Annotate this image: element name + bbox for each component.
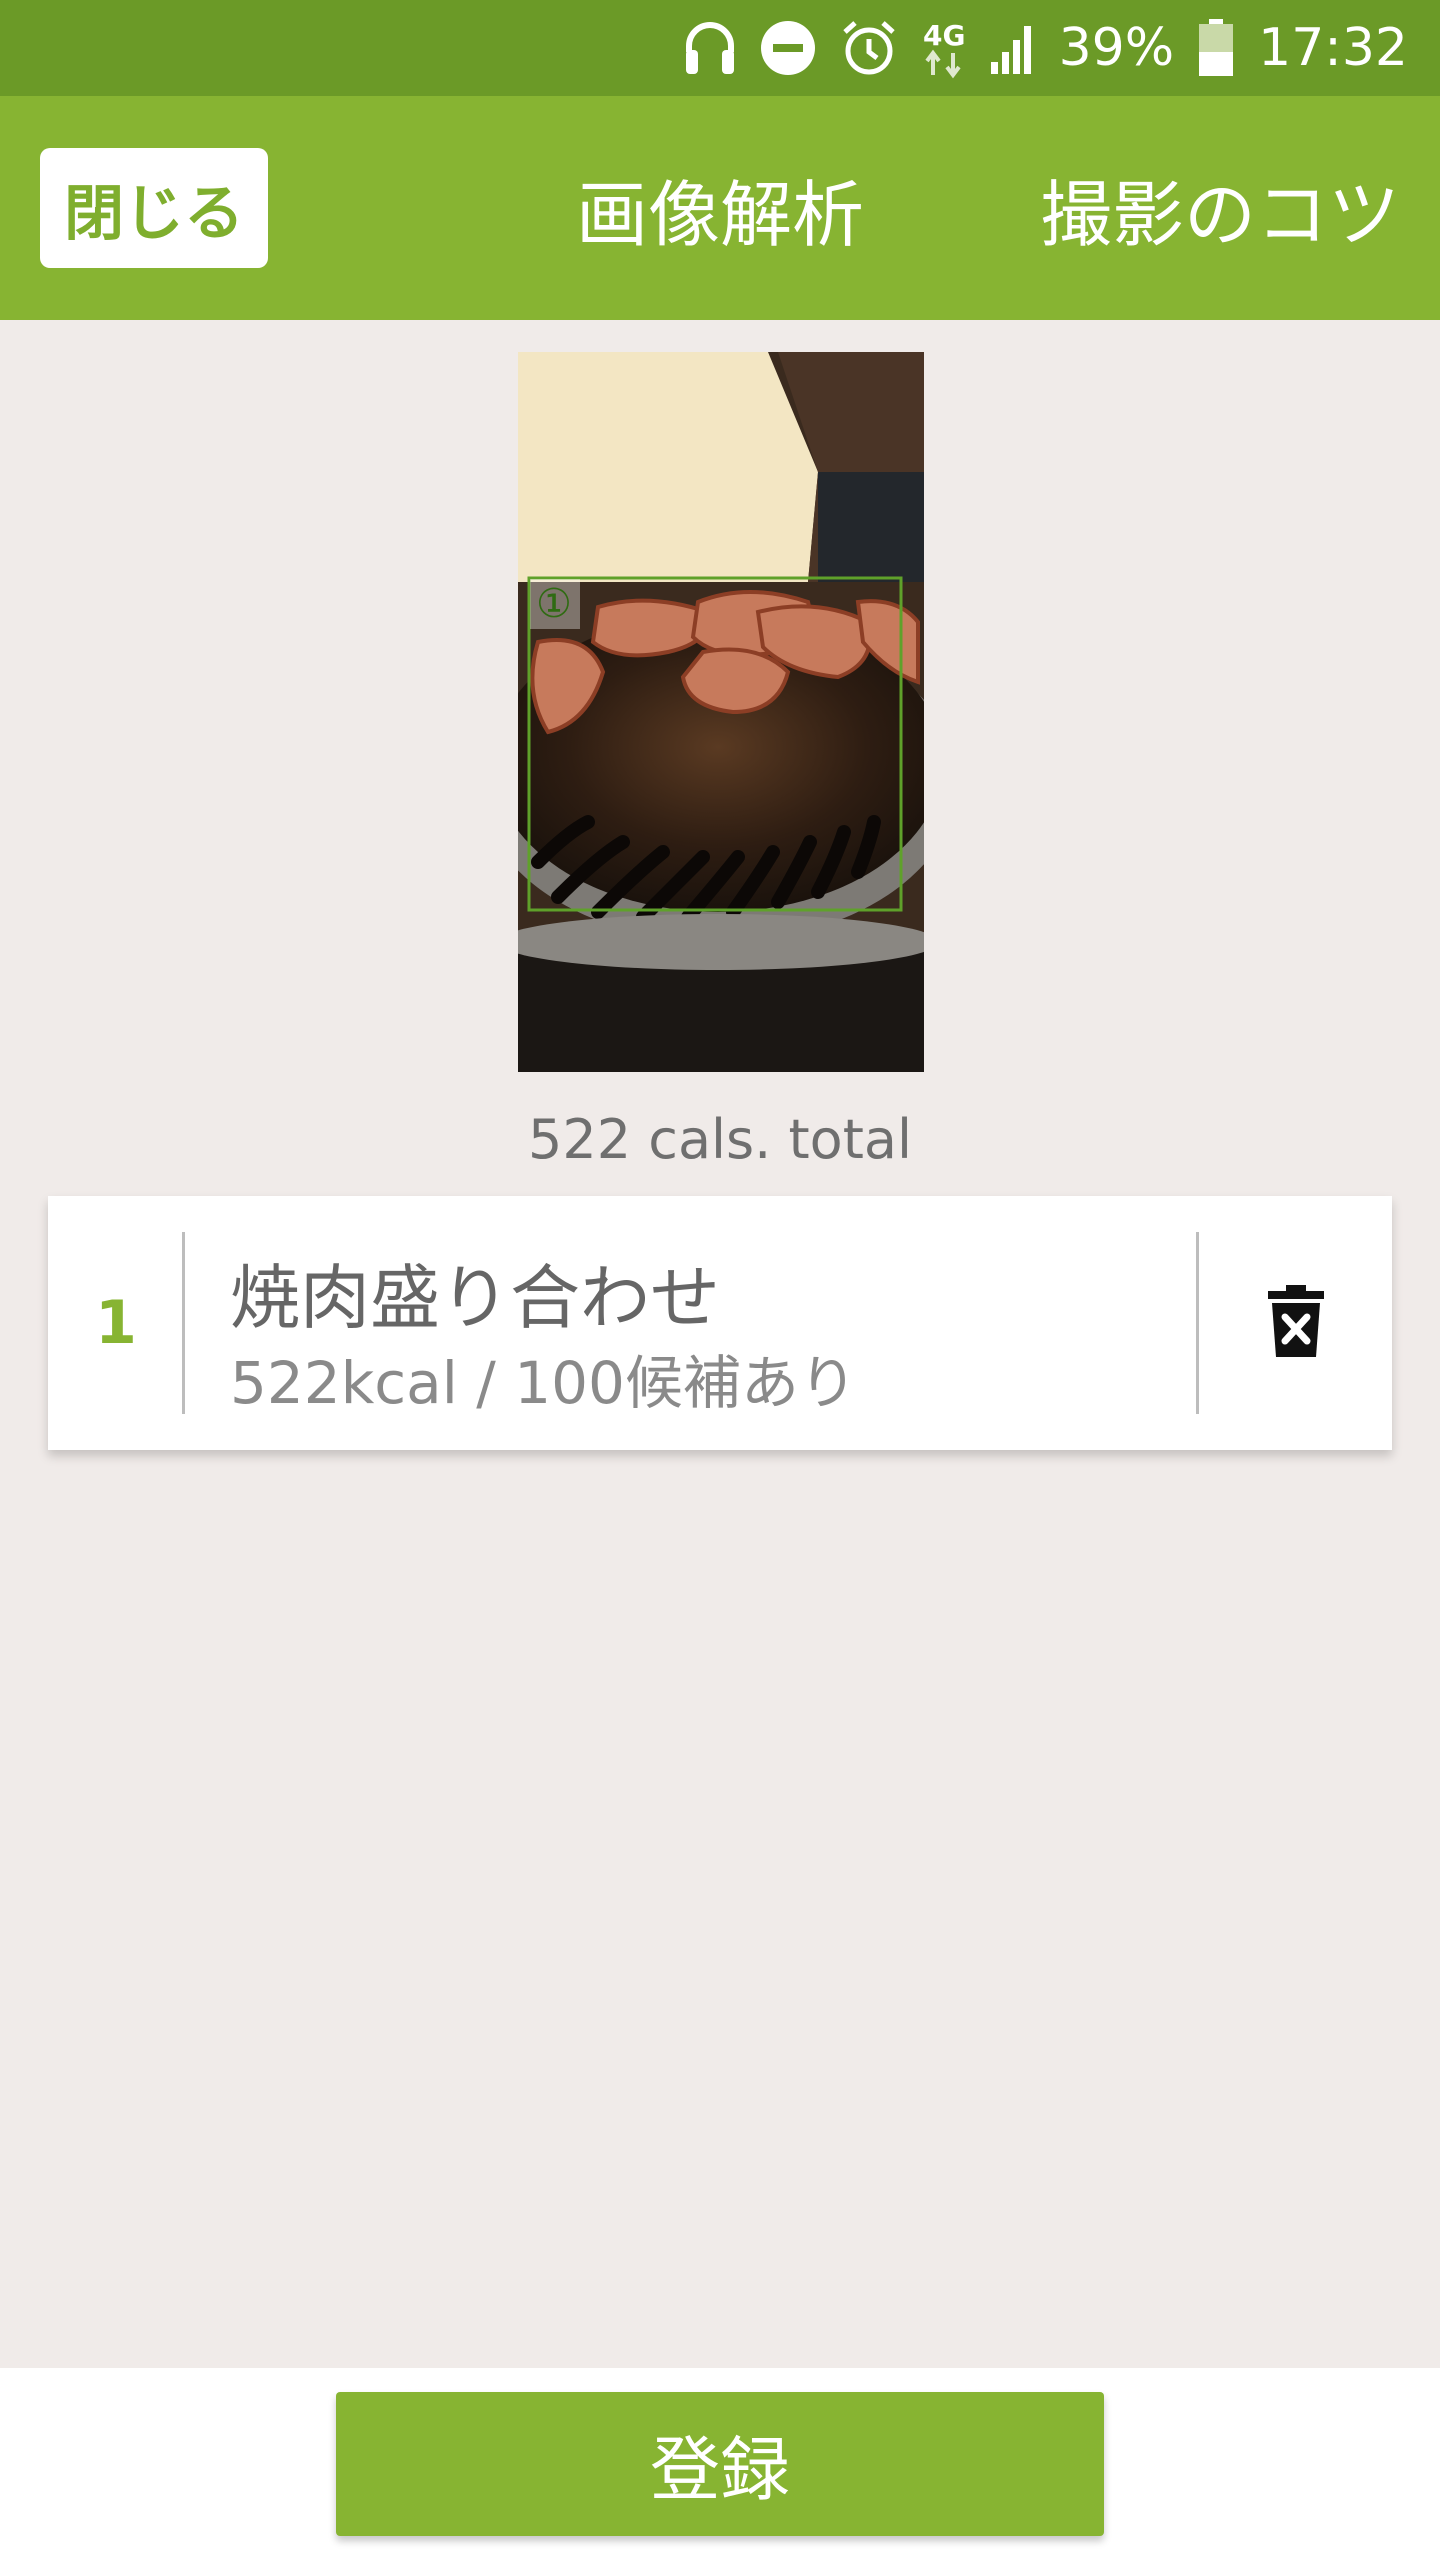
food-calories-candidates: 522kcal / 100候補あり — [230, 1349, 857, 1417]
detection-marker: ① — [536, 581, 572, 627]
battery-percent: 39% — [1058, 18, 1175, 78]
delete-item-button[interactable] — [1199, 1196, 1392, 1450]
food-item-card[interactable]: 1 焼肉盛り合わせ 522kcal / 100候補あり — [48, 1196, 1392, 1450]
battery-icon — [1196, 18, 1236, 78]
register-button[interactable]: 登録 — [336, 2392, 1104, 2536]
status-icons: 4G 39% 17:32 — [683, 0, 1408, 96]
signal-icon — [989, 22, 1037, 74]
bottom-bar: 登録 — [0, 2368, 1440, 2560]
app-bar: 閉じる 画像解析 撮影のコツ — [0, 96, 1440, 320]
alarm-icon — [839, 18, 899, 78]
close-button[interactable]: 閉じる — [40, 148, 268, 268]
food-name: 焼肉盛り合わせ — [230, 1257, 720, 1339]
page-title: 画像解析 — [575, 172, 864, 257]
food-photo[interactable]: ① — [518, 352, 924, 1072]
dnd-icon — [759, 19, 817, 77]
trash-delete-icon — [1267, 1285, 1324, 1361]
photo-tips-link[interactable]: 撮影のコツ — [1040, 96, 1400, 320]
status-bar: 4G 39% 17:32 — [0, 0, 1440, 96]
headphones-icon — [683, 18, 737, 78]
network-4g-icon: 4G — [921, 17, 967, 79]
item-index: 1 — [95, 1288, 137, 1358]
network-label: 4G — [923, 19, 965, 52]
divider — [182, 1232, 185, 1414]
total-calories: 522 cals. total — [528, 1108, 912, 1171]
clock: 17:32 — [1258, 18, 1408, 78]
